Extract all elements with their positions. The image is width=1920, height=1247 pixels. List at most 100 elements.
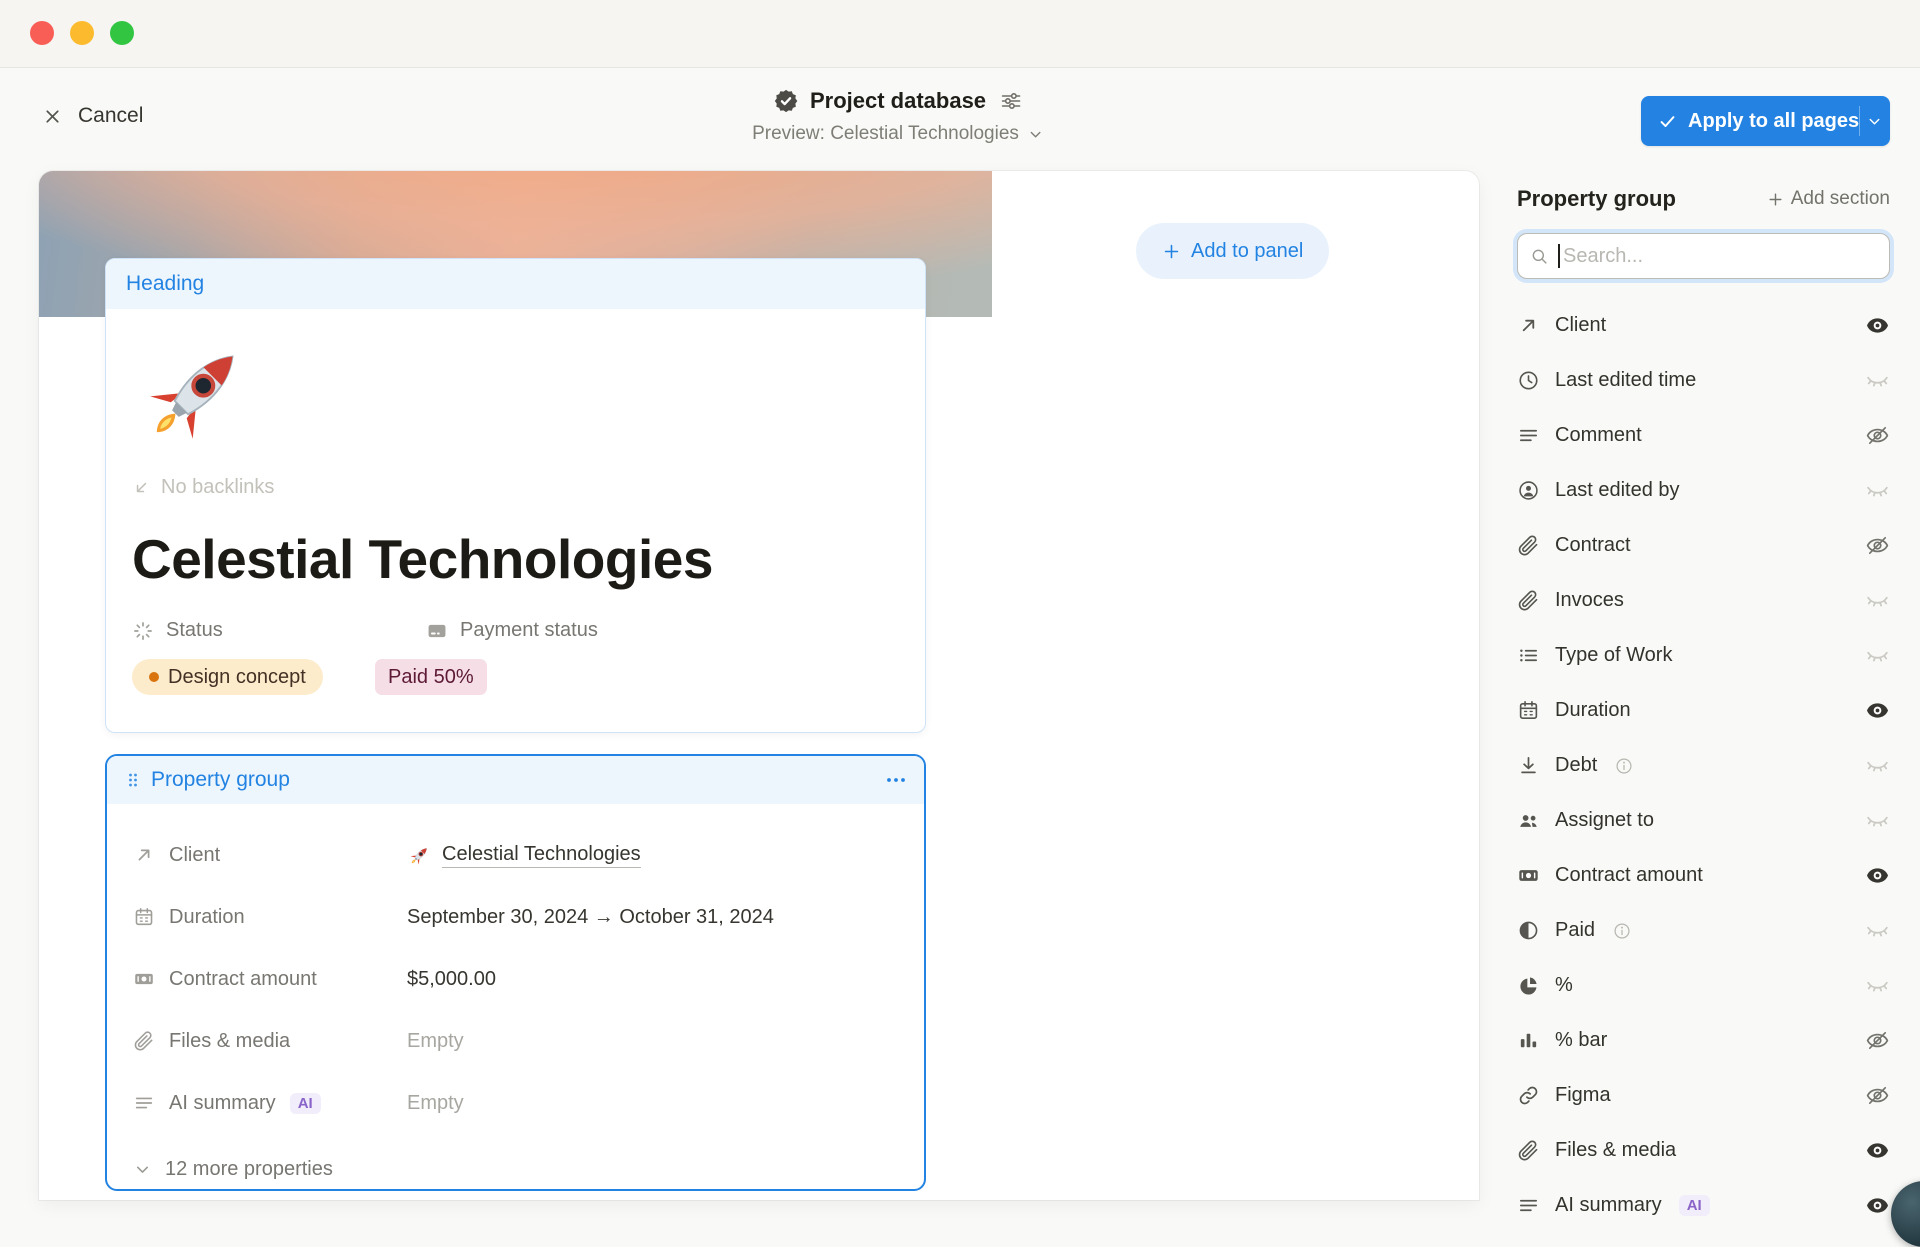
person-circle-icon: [1517, 479, 1540, 502]
property-value[interactable]: Celestial Technologies: [407, 843, 641, 868]
eye-closed-icon[interactable]: [1865, 753, 1890, 778]
sidebar-property-last-edited-time[interactable]: Last edited time: [1517, 353, 1890, 408]
paperclip-icon: [1517, 1139, 1540, 1162]
property-label: Contract amount: [133, 968, 407, 991]
header-title-block: Project database Preview: Celestial Tech…: [752, 88, 1044, 145]
banknote-icon: [1517, 864, 1540, 887]
apply-to-all-pages-button[interactable]: Apply to all pages: [1641, 96, 1890, 146]
more-properties-toggle[interactable]: 12 more properties: [133, 1158, 924, 1181]
sidebar-property-invoces[interactable]: Invoces: [1517, 573, 1890, 628]
eye-slash-icon[interactable]: [1865, 1028, 1890, 1053]
eye-open-icon[interactable]: [1865, 863, 1890, 888]
chevron-down-icon: [133, 1160, 152, 1179]
text-lines-icon: [1517, 1194, 1540, 1217]
rocket-page-icon[interactable]: [132, 329, 260, 457]
add-to-panel-label: Add to panel: [1191, 240, 1303, 263]
text-cursor: [1558, 244, 1560, 268]
property-label: Duration: [133, 906, 407, 929]
eye-closed-icon[interactable]: [1865, 808, 1890, 833]
arrow-down-left-icon: [132, 478, 151, 497]
ai-badge: AI: [290, 1093, 321, 1114]
payment-status-value-pill[interactable]: Paid 50%: [375, 659, 487, 695]
sidebar-property-files-media[interactable]: Files & media: [1517, 1123, 1890, 1178]
property-row-client[interactable]: ClientCelestial Technologies: [133, 824, 898, 886]
property-value[interactable]: Empty: [407, 1092, 464, 1115]
cancel-label: Cancel: [78, 104, 143, 128]
sidebar-property-last-edited-by[interactable]: Last edited by: [1517, 463, 1890, 518]
sidebar-property-ai-summary[interactable]: AI summaryAI: [1517, 1178, 1890, 1233]
property-search-box[interactable]: [1517, 233, 1890, 279]
drag-handle-icon[interactable]: [123, 770, 143, 790]
property-row-duration[interactable]: DurationSeptember 30, 2024 → October 31,…: [133, 886, 898, 948]
apply-label: Apply to all pages: [1688, 110, 1859, 133]
eye-open-icon[interactable]: [1865, 313, 1890, 338]
layout-settings-icon[interactable]: [999, 89, 1023, 113]
sidebar-property-paid[interactable]: Paid: [1517, 903, 1890, 958]
sidebar-title: Property group: [1517, 186, 1676, 212]
sidebar-property-comment[interactable]: Comment: [1517, 408, 1890, 463]
preview-label: Preview: Celestial Technologies: [752, 123, 1019, 145]
preview-selector[interactable]: Preview: Celestial Technologies: [752, 123, 1044, 145]
sidebar-property-client[interactable]: Client: [1517, 298, 1890, 353]
add-section-button[interactable]: Add section: [1767, 188, 1890, 210]
eye-closed-icon[interactable]: [1865, 643, 1890, 668]
eye-closed-icon[interactable]: [1865, 368, 1890, 393]
property-value[interactable]: Empty: [407, 1030, 464, 1053]
list-bullets-icon: [1517, 644, 1540, 667]
property-row-files-media[interactable]: Files & mediaEmpty: [133, 1010, 898, 1072]
eye-slash-icon[interactable]: [1865, 1083, 1890, 1108]
sidebar-property-type-of-work[interactable]: Type of Work: [1517, 628, 1890, 683]
verified-badge-icon: [773, 88, 799, 114]
status-value-pill[interactable]: Design concept: [132, 659, 323, 695]
info-icon: [1612, 921, 1632, 941]
property-row-ai-summary[interactable]: AI summaryAIEmpty: [133, 1072, 898, 1134]
eye-open-icon[interactable]: [1865, 1138, 1890, 1163]
banknote-icon: [133, 968, 155, 990]
eye-closed-icon[interactable]: [1865, 973, 1890, 998]
meta-labels-row: Status Payment status: [132, 619, 899, 645]
eye-closed-icon[interactable]: [1865, 588, 1890, 613]
minimize-window-button[interactable]: [70, 21, 94, 45]
property-value[interactable]: September 30, 2024 → October 31, 2024: [407, 906, 774, 929]
property-rows: ClientCelestial TechnologiesDurationSept…: [107, 804, 924, 1134]
sidebar-property-contract[interactable]: Contract: [1517, 518, 1890, 573]
property-row-contract-amount[interactable]: Contract amount$5,000.00: [133, 948, 898, 1010]
sidebar-property-debt[interactable]: Debt: [1517, 738, 1890, 793]
eye-open-icon[interactable]: [1865, 1193, 1890, 1218]
sidebar-property-contract-amount[interactable]: Contract amount: [1517, 848, 1890, 903]
more-properties-label: 12 more properties: [165, 1158, 333, 1181]
add-to-panel-button[interactable]: Add to panel: [1136, 223, 1329, 279]
eye-slash-icon[interactable]: [1865, 423, 1890, 448]
zoom-window-button[interactable]: [110, 21, 134, 45]
heading-section-label: Heading: [126, 272, 204, 296]
clock-icon: [1517, 369, 1540, 392]
eye-closed-icon[interactable]: [1865, 478, 1890, 503]
heading-section-body: No backlinks Celestial Technologies Stat…: [106, 309, 925, 695]
cancel-button[interactable]: Cancel: [42, 104, 143, 128]
check-icon: [1658, 112, 1677, 131]
page-title-header: Project database: [810, 88, 986, 114]
backlinks-indicator[interactable]: No backlinks: [132, 476, 899, 499]
eye-closed-icon[interactable]: [1865, 918, 1890, 943]
paperclip-icon: [1517, 589, 1540, 612]
property-group-section[interactable]: Property group ClientCelestial Technolog…: [105, 754, 926, 1191]
bar-chart-icon: [1517, 1029, 1540, 1052]
rocket-icon: [407, 843, 432, 868]
link-icon: [1517, 1084, 1540, 1107]
eye-slash-icon[interactable]: [1865, 533, 1890, 558]
sidebar-property-duration[interactable]: Duration: [1517, 683, 1890, 738]
corner-overlay-circle[interactable]: [1891, 1181, 1920, 1247]
heading-section[interactable]: Heading No backlinks Celestial Technolog…: [105, 258, 926, 733]
close-window-button[interactable]: [30, 21, 54, 45]
sidebar-property-figma[interactable]: Figma: [1517, 1068, 1890, 1123]
status-dot: [149, 672, 159, 682]
property-value[interactable]: $5,000.00: [407, 968, 496, 991]
calendar-icon: [1517, 699, 1540, 722]
search-input[interactable]: [1563, 245, 1877, 268]
sidebar-property--bar[interactable]: % bar: [1517, 1013, 1890, 1068]
sidebar-property-assignet-to[interactable]: Assignet to: [1517, 793, 1890, 848]
sidebar-property--[interactable]: %: [1517, 958, 1890, 1013]
eye-open-icon[interactable]: [1865, 698, 1890, 723]
apply-options-dropdown[interactable]: [1860, 113, 1890, 130]
more-options-icon[interactable]: [884, 768, 908, 792]
